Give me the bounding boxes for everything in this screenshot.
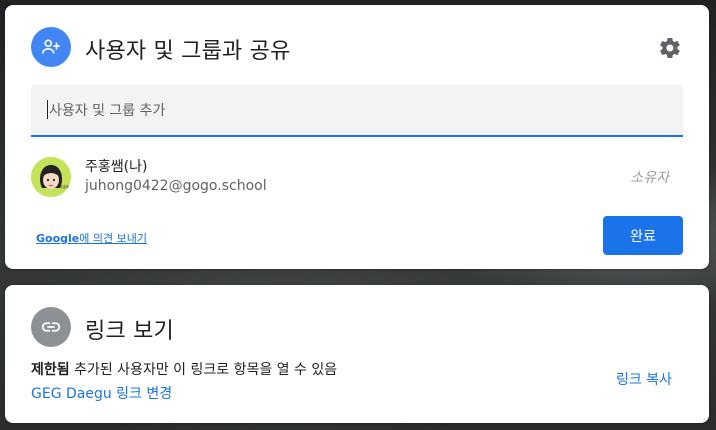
share-dialog: 사용자 및 그룹과 공유 주홍쌤 주홍쌤(나) juhong0422@gogo.… [5, 5, 709, 269]
feedback-text: 에 의견 보내기 [79, 232, 147, 245]
text-caret [47, 100, 48, 119]
feedback-brand: Google [36, 232, 80, 245]
person-add-icon [31, 27, 71, 67]
user-email: juhong0422@gogo.school [85, 178, 267, 194]
link-icon [31, 307, 71, 347]
avatar: 주홍쌤 [31, 157, 71, 197]
send-feedback-link[interactable]: Google에 의견 보내기 [36, 230, 147, 246]
link-panel: 링크 보기 제한됨 추가된 사용자만 이 링크로 항목을 열 수 있음 GEG … [5, 285, 709, 423]
access-level: 제한됨 [31, 362, 70, 378]
done-button[interactable]: 완료 [603, 216, 683, 255]
list-item: 주홍쌤 주홍쌤(나) juhong0422@gogo.school 소유자 [31, 155, 683, 199]
share-dialog-title: 사용자 및 그룹과 공유 [85, 39, 291, 64]
copy-link-button[interactable]: 링크 복사 [616, 369, 672, 389]
add-people-input[interactable] [47, 85, 671, 137]
access-description: 추가된 사용자만 이 링크로 항목을 열 수 있음 [74, 362, 338, 378]
link-access-description: 제한됨 추가된 사용자만 이 링크로 항목을 열 수 있음 [31, 359, 337, 379]
gear-icon[interactable] [657, 35, 683, 61]
change-link-button[interactable]: GEG Daegu 링크 변경 [31, 383, 172, 403]
svg-text:주홍쌤: 주홍쌤 [60, 184, 69, 189]
add-people-field[interactable] [31, 85, 683, 137]
link-panel-title: 링크 보기 [85, 319, 174, 344]
user-name: 주홍쌤(나) [85, 159, 148, 175]
owner-role-label: 소유자 [630, 170, 669, 186]
